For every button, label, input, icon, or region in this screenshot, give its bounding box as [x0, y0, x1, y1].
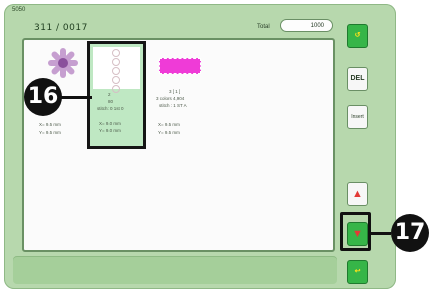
undo-arrow-icon: ↺	[354, 32, 361, 39]
callout-17-leader	[370, 232, 391, 235]
design-2-number: 2	[108, 92, 111, 97]
page-title: 311 / 0017	[34, 23, 88, 33]
design-2-y-size: Y= 9.0 mm	[99, 128, 121, 133]
status-bar	[13, 256, 337, 284]
pink-design-thumbnail[interactable]	[159, 58, 201, 74]
undo-button[interactable]: ↺	[347, 24, 368, 48]
design-2-line2: stitch: 0 1st 0	[97, 106, 124, 111]
design-1-y-size: Y= 9.5 mm	[39, 130, 61, 135]
design-3-number: 3 [ 1 ]	[169, 89, 181, 94]
design-2-x-size: X= 9.0 mm	[99, 121, 121, 126]
return-arrow-icon: ↩	[354, 268, 361, 275]
device-screen: 5050 311 / 0017 Total 1000 X= 9.5 mm Y= …	[4, 4, 396, 289]
total-label: Total	[257, 24, 270, 30]
design-list: X= 9.5 mm Y= 9.5 mm 2 80 stitch: 0 1st 0…	[22, 38, 335, 252]
design-1-x-size: X= 9.5 mm	[39, 122, 61, 127]
selected-design-card[interactable]: 2 80 stitch: 0 1st 0 X= 9.0 mm Y= 9.0 mm	[87, 41, 146, 149]
callout-17-highlight	[340, 212, 371, 251]
confirm-button[interactable]: ↩	[347, 260, 368, 284]
up-arrow-icon: ▲	[352, 188, 363, 200]
chain-design-thumbnail	[93, 47, 140, 93]
design-3-x-size: X= 9.5 mm	[158, 122, 180, 127]
callout-16-leader	[61, 96, 92, 99]
callout-16-badge: 16	[24, 78, 62, 116]
delete-button[interactable]: DEL	[347, 67, 368, 91]
move-up-button[interactable]: ▲	[347, 182, 368, 206]
total-value: 1000	[280, 19, 333, 32]
flower-design-thumbnail[interactable]	[48, 48, 78, 78]
design-3-line2: stitch : 1 ST A	[159, 103, 187, 108]
design-3-line1: 3 colors 4,904	[156, 96, 185, 101]
insert-button[interactable]: Insert	[347, 105, 368, 129]
design-2-line1: 80	[108, 99, 114, 104]
design-3-y-size: Y= 9.5 mm	[158, 130, 180, 135]
header-small-text: 5050	[12, 7, 26, 13]
callout-17-badge: 17	[391, 214, 429, 252]
